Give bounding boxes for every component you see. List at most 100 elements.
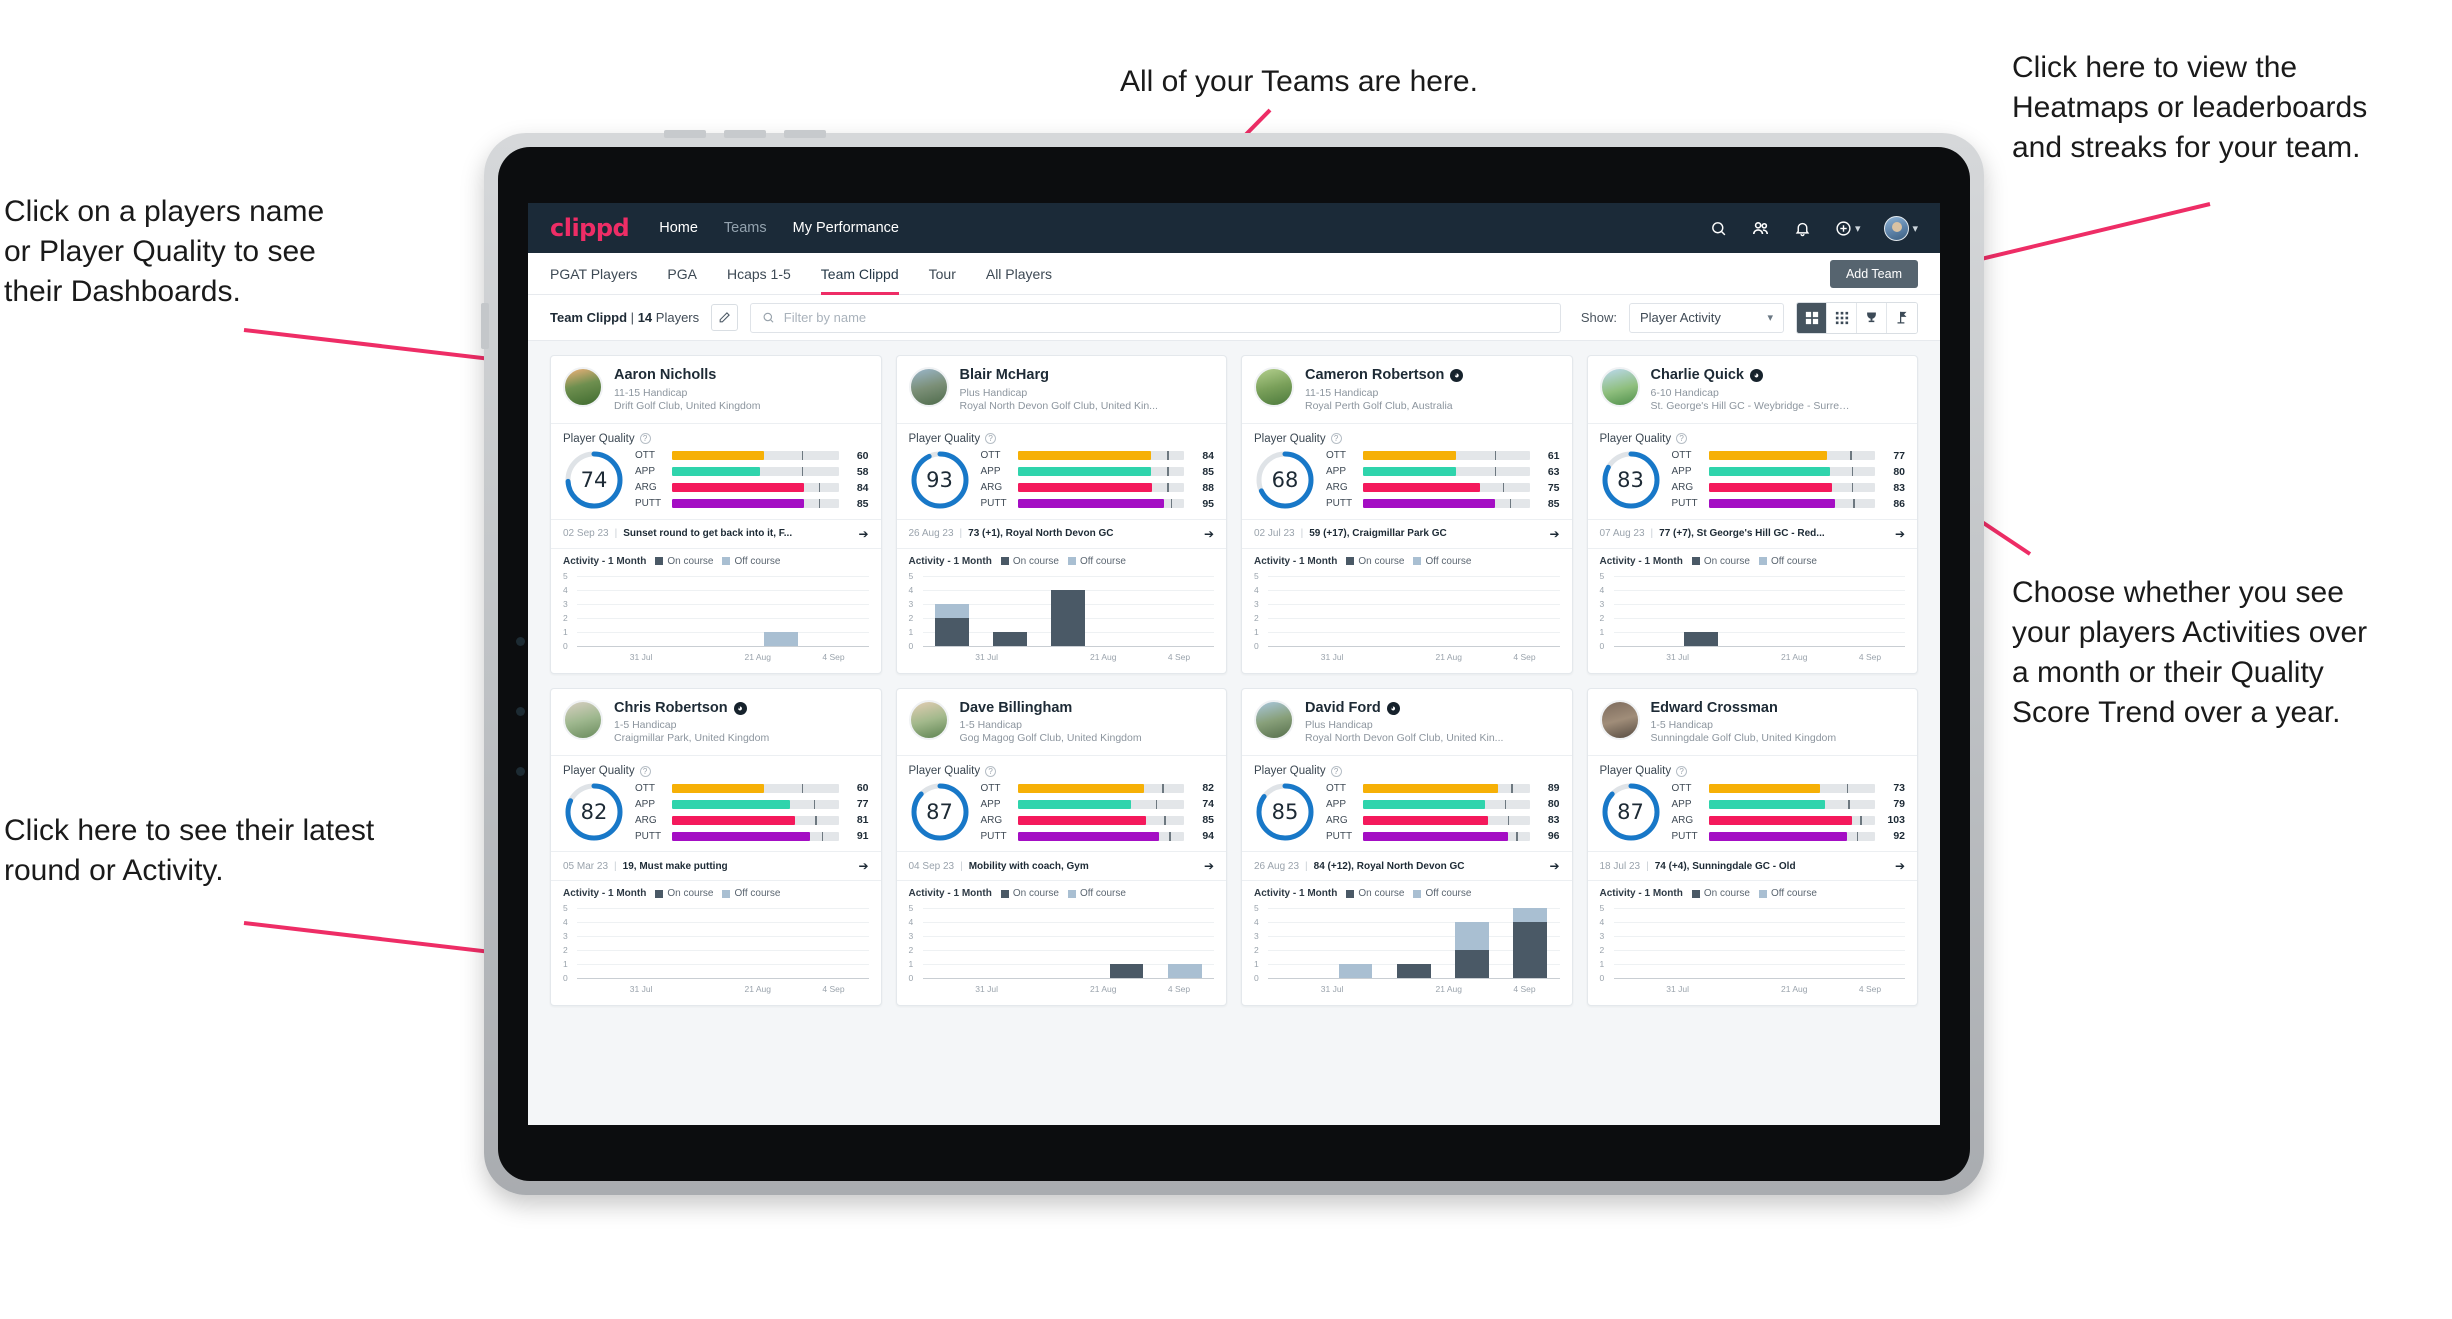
player-quality-section[interactable]: Player Quality? 82 OTT 60 APP 77 ARG 81 PUTT 91 [551, 756, 881, 851]
metric-value: 80 [1547, 798, 1560, 811]
tab-pga[interactable]: PGA [667, 253, 697, 295]
arrow-right-icon[interactable]: ➔ [858, 527, 868, 541]
activity-bar-slot [1326, 572, 1384, 646]
arrow-right-icon[interactable]: ➔ [1204, 859, 1214, 873]
add-team-button[interactable]: Add Team [1829, 259, 1918, 288]
nav-link-teams[interactable]: Teams [724, 220, 767, 236]
help-icon[interactable]: ? [639, 433, 651, 445]
player-name[interactable]: Aaron Nicholls [614, 367, 760, 384]
latest-round-row[interactable]: 26 Aug 23 | 73 (+1), Royal North Devon GC ➔ [896, 518, 1226, 548]
help-icon[interactable]: ? [639, 765, 651, 777]
activity-y-tick: 5 [1254, 903, 1259, 914]
player-name[interactable]: Dave Billingham [960, 700, 1142, 717]
team-tab-bar: PGAT Players PGA Hcaps 1-5 Team Clippd T… [528, 253, 1940, 295]
tab-team-clippd[interactable]: Team Clippd [820, 253, 899, 295]
legend-on-course-label: On course [1012, 888, 1059, 900]
dense-grid-icon[interactable] [1827, 302, 1857, 333]
player-name[interactable]: Edward Crossman [1651, 700, 1837, 717]
metric-benchmark-tick [1509, 499, 1512, 509]
metric-label: PUTT [1671, 830, 1698, 842]
arrow-right-icon[interactable]: ➔ [1895, 527, 1905, 541]
latest-round-row[interactable]: 26 Aug 23 | 84 (+12), Royal North Devon GC… [1242, 851, 1572, 880]
player-quality-section[interactable]: Player Quality? 87 OTT 82 APP 74 ARG 85 PUTT 94 [897, 756, 1227, 851]
arrow-right-icon[interactable]: ➔ [858, 859, 868, 873]
nav-link-my-performance[interactable]: My Performance [793, 220, 899, 236]
nav-link-home[interactable]: Home [659, 220, 698, 236]
trophy-icon[interactable] [1857, 302, 1887, 333]
player-card-header[interactable]: Dave Billingham 1-5 Handicap Gog Magog Gol… [897, 689, 1227, 756]
player-quality-section[interactable]: Player Quality? 87 OTT 73 APP 79 ARG 103 PUTT 92 [1588, 756, 1918, 851]
player-card[interactable]: Blair McHarg Plus Handicap Royal North Dev… [895, 355, 1227, 674]
player-card-header[interactable]: David Ford ◕ Plus Handicap Royal North Devo… [1242, 689, 1572, 756]
tab-pgat-players[interactable]: PGAT Players [550, 253, 637, 295]
metric-bar-fill [672, 783, 764, 793]
avatar[interactable]: ▾ [1884, 215, 1918, 241]
player-card-header[interactable]: Cameron Robertson ◕ 11-15 Handicap Royal Pe… [1242, 356, 1572, 423]
metric-label: OTT [635, 450, 655, 462]
legend-on-course-swatch [1346, 557, 1355, 566]
arrow-right-icon[interactable]: ➔ [1895, 859, 1905, 873]
people-icon[interactable] [1751, 219, 1770, 238]
player-card[interactable]: Cameron Robertson ◕ 11-15 Handicap Royal Pe… [1241, 355, 1573, 674]
tab-tour[interactable]: Tour [929, 253, 956, 295]
player-card-header[interactable]: Aaron Nicholls 11-15 Handicap Drift Golf C… [551, 356, 881, 423]
player-card[interactable]: Chris Robertson ◕ 1-5 Handicap Craigmillar … [550, 687, 882, 1007]
player-card-header[interactable]: Blair McHarg Plus Handicap Royal North Dev… [897, 356, 1227, 423]
latest-round-row[interactable]: 18 Jul 23 | 74 (+4), Sunningdale GC - Old ➔ [1587, 851, 1917, 880]
player-card[interactable]: David Ford ◕ Plus Handicap Royal North Devo… [1241, 687, 1573, 1007]
search-field-wrapper[interactable] [750, 302, 1561, 333]
player-quality-section[interactable]: Player Quality? 68 OTT 61 APP 63 ARG 75 PUTT 85 [1242, 424, 1572, 519]
metric-bar-fill [1017, 499, 1165, 509]
arrow-right-icon[interactable]: ➔ [1549, 859, 1559, 873]
help-icon[interactable]: ? [985, 765, 997, 777]
help-icon[interactable]: ? [1676, 765, 1688, 777]
tab-all-players[interactable]: All Players [986, 253, 1052, 295]
plus-circle-icon[interactable]: ▾ [1835, 220, 1860, 237]
bell-icon[interactable] [1794, 220, 1811, 237]
latest-round-row[interactable]: 07 Aug 23 | 77 (+7), St George's Hill GC -… [1587, 518, 1917, 548]
activity-y-tick: 1 [1254, 959, 1259, 970]
activity-chart: 5 4 3 2 1 0 [1600, 571, 1905, 651]
legend-off-course-label: Off course [1425, 888, 1472, 900]
player-quality-section[interactable]: Player Quality? 83 OTT 77 APP 80 ARG 83 PUTT 86 [1588, 424, 1918, 519]
latest-round-row[interactable]: 04 Sep 23 | Mobility with coach, Gym ➔ [896, 851, 1226, 880]
grid-view-icon[interactable] [1797, 302, 1827, 333]
help-icon[interactable]: ? [1330, 433, 1342, 445]
latest-round-row[interactable]: 02 Jul 23 | 59 (+17), Craigmillar Park GC ➔ [1242, 518, 1572, 548]
help-icon[interactable]: ? [1330, 765, 1342, 777]
player-handicap: 1-5 Handicap [1650, 719, 1713, 732]
arrow-right-icon[interactable]: ➔ [1204, 527, 1214, 541]
edit-team-button[interactable] [711, 304, 739, 331]
player-quality-section[interactable]: Player Quality? 74 OTT 60 APP 58 ARG 84 PUTT 85 [551, 424, 881, 519]
tab-hcaps-1-5[interactable]: Hcaps 1-5 [727, 253, 791, 295]
player-card[interactable]: Dave Billingham 1-5 Handicap Gog Magog Gol… [895, 687, 1227, 1007]
player-card[interactable]: Edward Crossman 1-5 Handicap Sunningdale G… [1586, 687, 1918, 1007]
latest-round-row[interactable]: 05 Mar 23 | 19, Must make putting ➔ [551, 851, 881, 880]
player-quality-section[interactable]: Player Quality? 85 OTT 89 APP 80 ARG 83 PUTT 96 [1242, 756, 1572, 851]
quality-score-ring: 87 [909, 781, 971, 843]
metric-benchmark-tick [1851, 467, 1854, 477]
activity-bar-slot [1156, 904, 1214, 979]
player-card[interactable]: Aaron Nicholls 11-15 Handicap Drift Golf C… [550, 355, 882, 674]
player-name[interactable]: Cameron Robertson ◕ [1305, 367, 1464, 384]
player-card[interactable]: Charlie Quick ◕ 6-10 Handicap St. George's … [1586, 355, 1918, 674]
player-quality-section[interactable]: Player Quality? 93 OTT 84 APP 85 ARG 88 PUTT 95 [897, 424, 1227, 519]
player-name[interactable]: Blair McHarg [960, 367, 1158, 384]
player-name[interactable]: Charlie Quick ◕ [1651, 367, 1851, 384]
search-icon[interactable] [1710, 220, 1727, 237]
help-icon[interactable]: ? [985, 433, 997, 445]
flag-icon[interactable] [1887, 302, 1917, 333]
search-input[interactable] [783, 310, 1549, 325]
player-card-header[interactable]: Chris Robertson ◕ 1-5 Handicap Craigmillar … [551, 689, 881, 756]
latest-round-row[interactable]: 02 Sep 23 | Sunset round to get back into … [551, 518, 881, 548]
player-card-header[interactable]: Edward Crossman 1-5 Handicap Sunningdale G… [1588, 689, 1918, 756]
clippd-logo[interactable]: clippd [550, 214, 630, 242]
help-icon[interactable]: ? [1676, 433, 1688, 445]
arrow-right-icon[interactable]: ➔ [1549, 527, 1559, 541]
legend-off-course: Off course [1758, 888, 1817, 899]
player-name[interactable]: Chris Robertson ◕ [614, 700, 769, 717]
show-select[interactable]: Player Activity ▾ [1629, 302, 1784, 333]
player-card-header[interactable]: Charlie Quick ◕ 6-10 Handicap St. George's … [1588, 356, 1918, 423]
activity-chart: 5 4 3 2 1 0 [1254, 571, 1560, 651]
player-name[interactable]: David Ford ◕ [1305, 700, 1503, 717]
